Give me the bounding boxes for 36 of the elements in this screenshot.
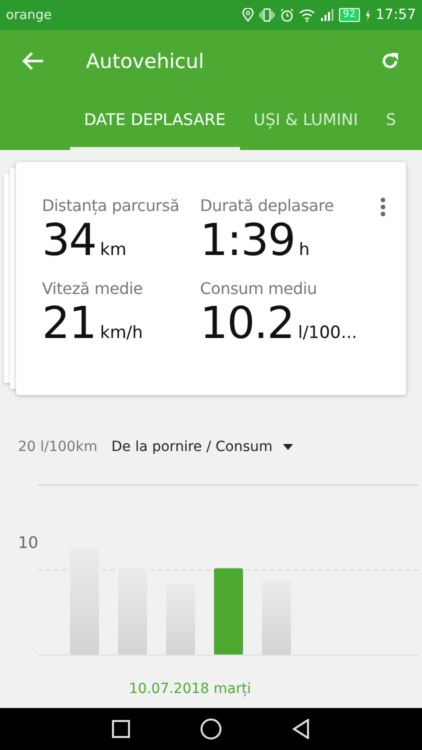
chart-selector-dropdown[interactable]: De la pornire / Consum xyxy=(107,435,297,459)
stat-unit: l/100... xyxy=(298,323,358,343)
tab[interactable]: DATE DEPLASARE xyxy=(70,92,240,150)
battery-level: 92 xyxy=(338,8,360,22)
stat-value: 21 xyxy=(42,300,96,348)
wifi-icon xyxy=(298,8,315,22)
tab[interactable]: UȘI & LUMINI xyxy=(240,92,372,150)
alarm-icon xyxy=(280,8,294,22)
home-icon[interactable] xyxy=(200,718,222,740)
refresh-icon[interactable] xyxy=(380,51,400,71)
axis-label: 20 l/100km xyxy=(18,439,98,455)
vibrate-icon xyxy=(258,8,275,22)
location-icon xyxy=(242,8,254,22)
signal-icon xyxy=(320,9,334,21)
selected-date: 10.07.2018 marți xyxy=(129,681,251,697)
stat-value: 34 xyxy=(42,217,96,265)
back-icon[interactable] xyxy=(292,719,310,739)
axis-tick-label: 10 xyxy=(18,533,38,552)
stat-unit: km xyxy=(100,240,126,260)
back-arrow-icon[interactable] xyxy=(22,52,44,70)
clock: 17:57 xyxy=(376,7,416,23)
stat-value: 1:39 xyxy=(200,217,295,265)
tab[interactable]: S xyxy=(372,92,410,150)
screen-title: Autovehicul xyxy=(86,49,206,73)
stat-label: Viteză medie xyxy=(42,279,144,298)
stat-label: Consum mediu xyxy=(200,279,318,298)
stat-label: Durată deplasare xyxy=(200,196,335,215)
recents-icon[interactable] xyxy=(112,720,130,738)
stat-unit: km/h xyxy=(100,323,143,343)
charging-icon xyxy=(364,9,371,21)
dropdown-caret-icon xyxy=(282,444,293,450)
stat-label: Distanța parcursă xyxy=(42,196,180,215)
stat-value: 10.2 xyxy=(200,300,294,348)
more-options-icon[interactable] xyxy=(380,197,386,217)
carrier-name: orange xyxy=(6,8,52,22)
stat-unit: h xyxy=(298,240,310,260)
